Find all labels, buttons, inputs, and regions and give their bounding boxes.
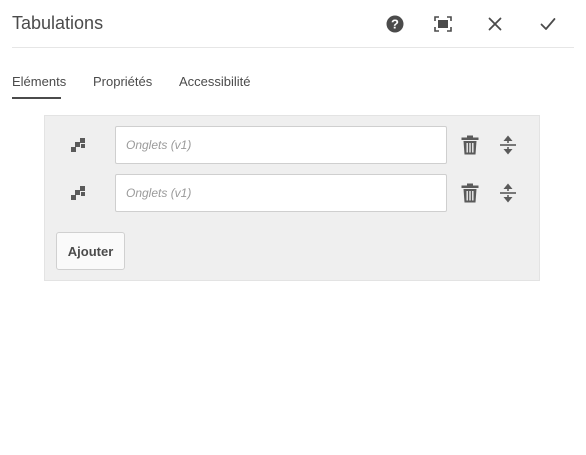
reorder-icon[interactable] <box>499 183 519 203</box>
add-item-button[interactable]: Ajouter <box>56 232 125 270</box>
item-title-field[interactable] <box>115 174 447 212</box>
fullscreen-icon[interactable] <box>431 12 455 36</box>
close-icon[interactable] <box>483 12 507 36</box>
help-icon[interactable]: ? <box>383 12 407 36</box>
dialog-title: Tabulations <box>12 13 104 33</box>
list-item <box>45 174 539 212</box>
header-divider <box>12 47 574 48</box>
tab-elements[interactable]: Eléments <box>12 74 66 89</box>
trash-icon[interactable] <box>461 135 481 155</box>
drag-handle-icon[interactable] <box>70 136 88 154</box>
tab-properties[interactable]: Propriétés <box>93 74 152 89</box>
drag-handle-icon[interactable] <box>70 184 88 202</box>
checkmark-icon[interactable] <box>536 12 560 36</box>
list-item <box>45 126 539 164</box>
svg-text:?: ? <box>391 17 399 32</box>
active-tab-indicator <box>12 97 61 99</box>
reorder-icon[interactable] <box>499 135 519 155</box>
tab-accessibility[interactable]: Accessibilité <box>179 74 251 89</box>
trash-icon[interactable] <box>461 183 481 203</box>
items-panel: Ajouter <box>44 115 540 281</box>
dialog-header: Tabulations ? <box>0 0 586 48</box>
item-title-field[interactable] <box>115 126 447 164</box>
